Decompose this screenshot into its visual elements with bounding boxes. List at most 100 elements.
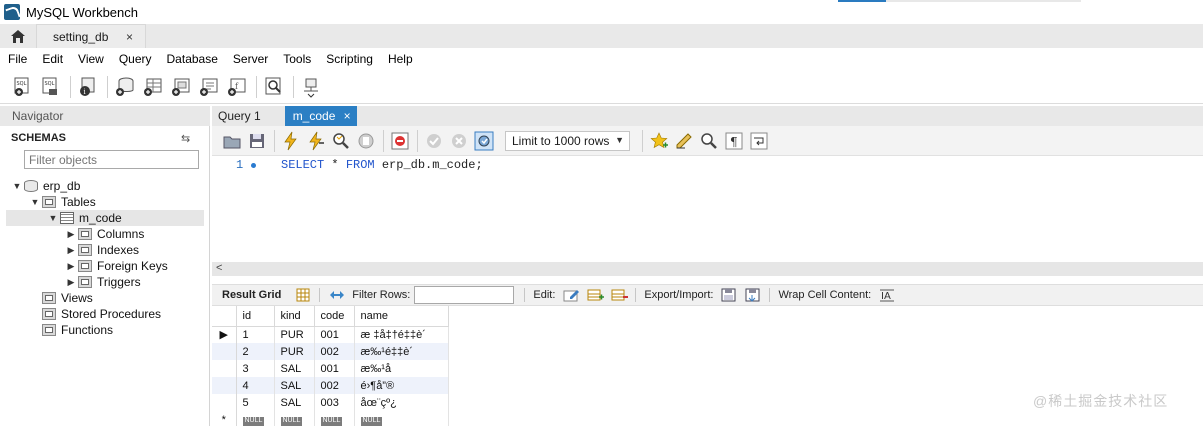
tree-item-erp-db[interactable]: ▼ erp_db	[12, 178, 81, 194]
table-row[interactable]: 5 SAL 003 åœ¨çº¿	[212, 394, 449, 411]
close-icon[interactable]: ×	[344, 109, 351, 123]
cell-code[interactable]: 002	[314, 343, 355, 360]
limit-rows-select[interactable]: Limit to 1000 rows ▼	[505, 130, 630, 151]
cell-id[interactable]: 4	[236, 377, 275, 394]
execute-icon[interactable]	[281, 131, 301, 151]
cell-name[interactable]: æ‰¹é‡‡è´­	[354, 343, 449, 360]
edit-row-icon[interactable]	[562, 287, 580, 303]
collapse-arrow-icon[interactable]: ▶	[66, 261, 76, 272]
scroll-left-icon[interactable]: <	[216, 262, 222, 274]
menu-scripting[interactable]: Scripting	[318, 52, 380, 66]
tree-item-functions[interactable]: Functions	[42, 322, 113, 338]
create-function-icon[interactable]: f	[226, 76, 248, 98]
open-file-icon[interactable]	[222, 131, 242, 151]
tree-item-foreign-keys[interactable]: ▶ Foreign Keys	[66, 258, 168, 274]
tab-query-1[interactable]: Query 1	[212, 106, 271, 126]
cell-id[interactable]: 2	[236, 343, 275, 360]
home-button[interactable]	[0, 24, 36, 48]
menu-file[interactable]: File	[0, 52, 34, 66]
row-header[interactable]	[212, 394, 237, 411]
menu-query[interactable]: Query	[111, 52, 159, 66]
sql-editor[interactable]: 1 SELECT * FROM erp_db.m_code;	[212, 156, 1203, 262]
menu-view[interactable]: View	[70, 52, 111, 66]
cell-kind[interactable]: SAL	[274, 394, 315, 411]
create-schema-icon[interactable]	[114, 76, 136, 98]
cell-kind[interactable]: PUR	[274, 326, 315, 343]
reconnect-icon[interactable]	[300, 76, 322, 98]
connection-tab-setting-db[interactable]: setting_db ×	[36, 24, 146, 48]
tab-m-code[interactable]: m_code ×	[284, 106, 357, 126]
cell-kind[interactable]: SAL	[274, 360, 315, 377]
invisible-chars-icon[interactable]: ¶	[724, 131, 744, 151]
grid-layout-icon[interactable]	[294, 287, 312, 303]
cell-code[interactable]: 002	[314, 377, 355, 394]
row-header[interactable]	[212, 360, 237, 377]
new-sql-tab-icon[interactable]: SQL	[12, 76, 34, 98]
autocommit-icon[interactable]	[474, 131, 494, 151]
null-cell[interactable]: NULL	[354, 411, 449, 426]
tree-item-m-code[interactable]: ▼ m_code	[6, 210, 204, 226]
cell-kind[interactable]: SAL	[274, 377, 315, 394]
row-header[interactable]	[212, 377, 237, 394]
menu-edit[interactable]: Edit	[34, 52, 70, 66]
cell-name[interactable]: åœ¨çº¿	[354, 394, 449, 411]
column-header-id[interactable]: id	[236, 306, 275, 327]
null-cell[interactable]: NULL	[236, 411, 275, 426]
table-row[interactable]: ▶ 1 PUR 001 æ ‡å‡†é‡‡è´­	[212, 326, 449, 343]
filter-rows-input[interactable]	[414, 286, 515, 304]
create-table-icon[interactable]	[142, 76, 164, 98]
filter-objects-field[interactable]	[24, 150, 199, 169]
menu-tools[interactable]: Tools	[275, 52, 318, 66]
stop-icon[interactable]	[356, 131, 376, 151]
cell-name[interactable]: æ ‡å‡†é‡‡è´­	[354, 326, 449, 343]
import-icon[interactable]	[744, 287, 762, 303]
new-row[interactable]: * NULL NULL NULL NULL	[212, 411, 449, 426]
collapse-arrow-icon[interactable]: ▶	[66, 245, 76, 256]
expand-arrow-icon[interactable]: ▼	[48, 213, 58, 223]
add-snippet-icon[interactable]	[649, 131, 669, 151]
null-cell[interactable]: NULL	[314, 411, 355, 426]
create-view-icon[interactable]	[170, 76, 192, 98]
delete-row-icon[interactable]	[610, 287, 629, 303]
table-row[interactable]: 2 PUR 002 æ‰¹é‡‡è´­	[212, 343, 449, 360]
menu-server[interactable]: Server	[225, 52, 275, 66]
refresh-icon[interactable]	[327, 287, 345, 303]
search-table-data-icon[interactable]	[263, 76, 285, 98]
cell-id[interactable]: 1	[236, 326, 275, 343]
inspector-icon[interactable]: i	[77, 76, 99, 98]
cell-name[interactable]: æ‰¹å	[354, 360, 449, 377]
find-icon[interactable]	[699, 131, 719, 151]
tree-item-views[interactable]: Views	[42, 290, 93, 306]
table-row[interactable]: 4 SAL 002 é›¶å”®	[212, 377, 449, 394]
tree-item-indexes[interactable]: ▶ Indexes	[66, 242, 140, 258]
result-grid[interactable]: id kind code name ▶ 1 PUR 001 æ ‡å‡†é‡‡è…	[212, 306, 449, 426]
collapse-arrow-icon[interactable]: ▶	[66, 277, 76, 288]
rollback-icon[interactable]	[449, 131, 469, 151]
beautify-icon[interactable]	[674, 131, 694, 151]
tree-item-triggers[interactable]: ▶ Triggers	[66, 274, 141, 290]
cell-kind[interactable]: PUR	[274, 343, 315, 360]
sql-code-line[interactable]: SELECT * FROM erp_db.m_code;	[281, 158, 483, 172]
menu-database[interactable]: Database	[159, 52, 225, 66]
export-icon[interactable]	[720, 287, 738, 303]
tree-item-stored-procedures[interactable]: Stored Procedures	[42, 306, 161, 322]
editor-horizontal-scrollbar[interactable]: <	[212, 262, 1203, 276]
tree-item-tables[interactable]: ▼ Tables	[30, 194, 96, 210]
save-icon[interactable]	[247, 131, 267, 151]
insert-row-icon[interactable]	[586, 287, 605, 303]
column-header-kind[interactable]: kind	[274, 306, 315, 327]
cell-id[interactable]: 3	[236, 360, 275, 377]
filter-objects-input[interactable]	[25, 151, 198, 168]
column-header-name[interactable]: name	[354, 306, 449, 327]
open-sql-script-icon[interactable]: SQL	[40, 76, 62, 98]
row-header[interactable]	[212, 343, 237, 360]
tree-item-columns[interactable]: ▶ Columns	[66, 226, 145, 242]
cell-id[interactable]: 5	[236, 394, 275, 411]
cell-name[interactable]: é›¶å”®	[354, 377, 449, 394]
close-icon[interactable]: ×	[126, 30, 133, 44]
commit-icon[interactable]	[424, 131, 444, 151]
explain-icon[interactable]	[331, 131, 351, 151]
column-header-code[interactable]: code	[314, 306, 355, 327]
expand-arrow-icon[interactable]: ▼	[12, 181, 22, 191]
refresh-schemas-icon[interactable]: ⇆	[181, 132, 190, 145]
